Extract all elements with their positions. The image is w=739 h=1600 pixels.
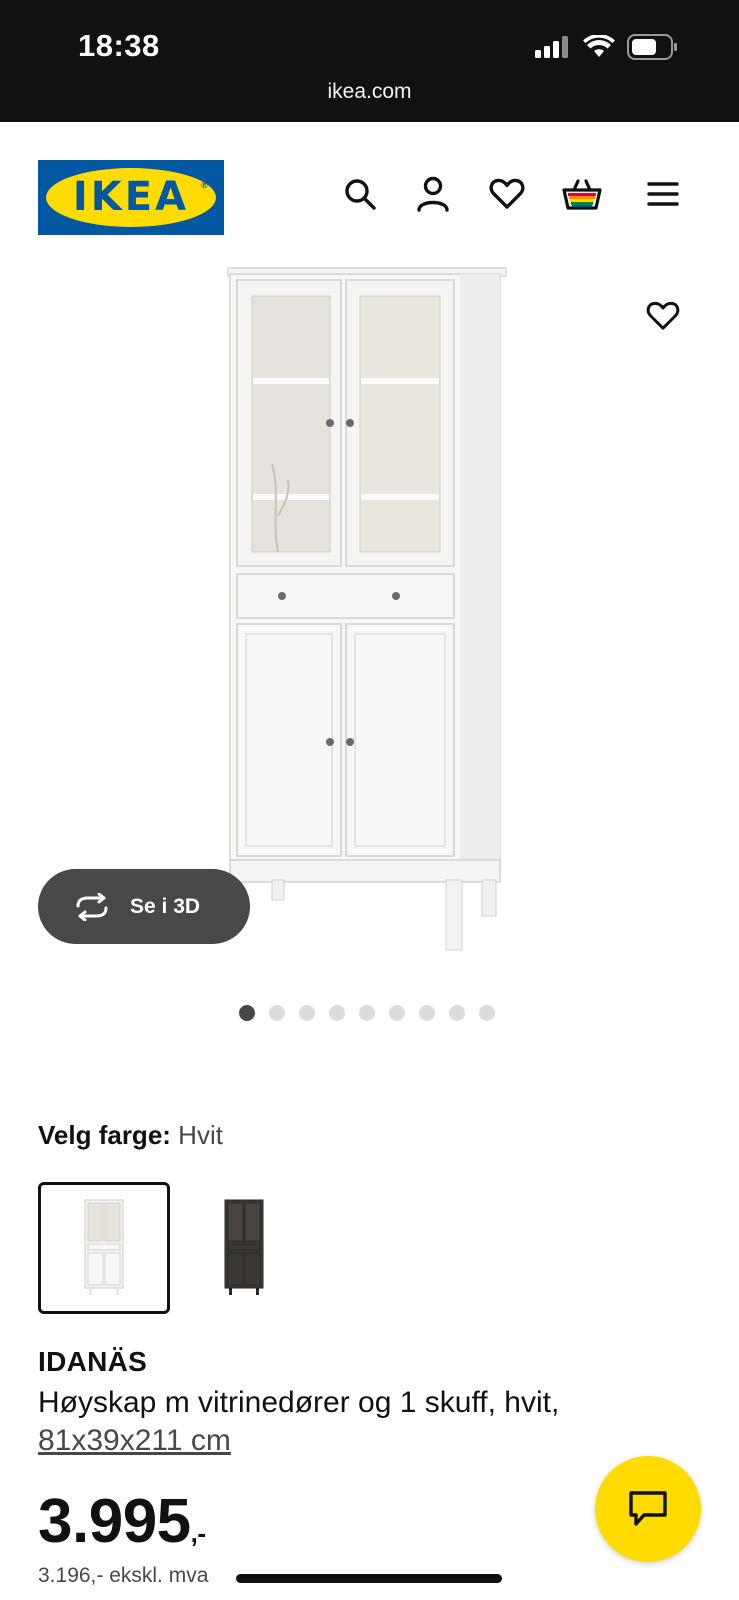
price-ex-vat: 3.196,- ekskl. mva [38,1564,209,1587]
gallery-dot[interactable] [449,1005,465,1021]
heart-icon [646,301,680,330]
product-name: IDANÄS [38,1346,148,1377]
home-indicator[interactable] [236,1574,502,1583]
gallery-dot[interactable] [299,1005,315,1021]
wifi-icon [583,35,615,57]
ikea-logo[interactable]: IKEA ® [38,160,224,235]
view-3d-label: Se i 3D [130,894,201,918]
white-cabinet-thumbnail [84,1199,124,1295]
chat-icon [629,1491,667,1526]
color-selector-label: Velg farge: Hvit [38,1120,223,1151]
price-suffix: ,- [190,1518,206,1548]
price-value: 3.995 [38,1487,191,1556]
view-3d-button[interactable]: Se i 3D [38,869,250,944]
gallery-dot[interactable] [329,1005,345,1021]
logo-registered-mark: ® [201,180,208,190]
product-gallery[interactable]: Se i 3D [0,262,739,992]
color-swatch-dark[interactable] [178,1182,310,1314]
menu-icon[interactable] [643,174,683,214]
logo-text: IKEA [72,174,190,220]
signal-icon [535,36,568,58]
gallery-pagination [239,1005,495,1021]
gallery-dot[interactable] [239,1005,255,1021]
site-header: IKEA ® [0,122,739,262]
status-icons [535,34,679,60]
color-label-heading: Velg farge: [38,1120,171,1150]
status-time: 18:38 [78,28,160,63]
gallery-dot[interactable] [389,1005,405,1021]
status-bar: 18:38 ikea.com [0,0,739,122]
dark-cabinet-thumbnail [224,1199,264,1295]
add-to-wishlist-button[interactable] [643,296,683,336]
account-icon[interactable] [413,174,453,214]
gallery-dot[interactable] [359,1005,375,1021]
product-description-block: Høyskap m vitrinedører og 1 skuff, hvit,… [38,1384,658,1460]
product-description: Høyskap m vitrinedører og 1 skuff, hvit, [38,1386,560,1419]
wishlist-icon[interactable] [487,174,527,214]
gallery-dot[interactable] [269,1005,285,1021]
cart-icon[interactable] [562,174,602,214]
color-selected-value: Hvit [178,1120,223,1150]
rotate-3d-icon [76,892,108,921]
url-bar[interactable]: ikea.com [0,80,739,104]
chat-button[interactable] [595,1456,701,1562]
gallery-dot[interactable] [479,1005,495,1021]
battery-icon [627,34,677,60]
gallery-dot[interactable] [419,1005,435,1021]
product-image[interactable] [220,266,512,956]
color-swatch-white[interactable] [38,1182,170,1314]
product-dimensions-link[interactable]: 81x39x211 cm [38,1422,231,1460]
product-price: 3.995,- [38,1486,206,1557]
search-icon[interactable] [340,174,380,214]
